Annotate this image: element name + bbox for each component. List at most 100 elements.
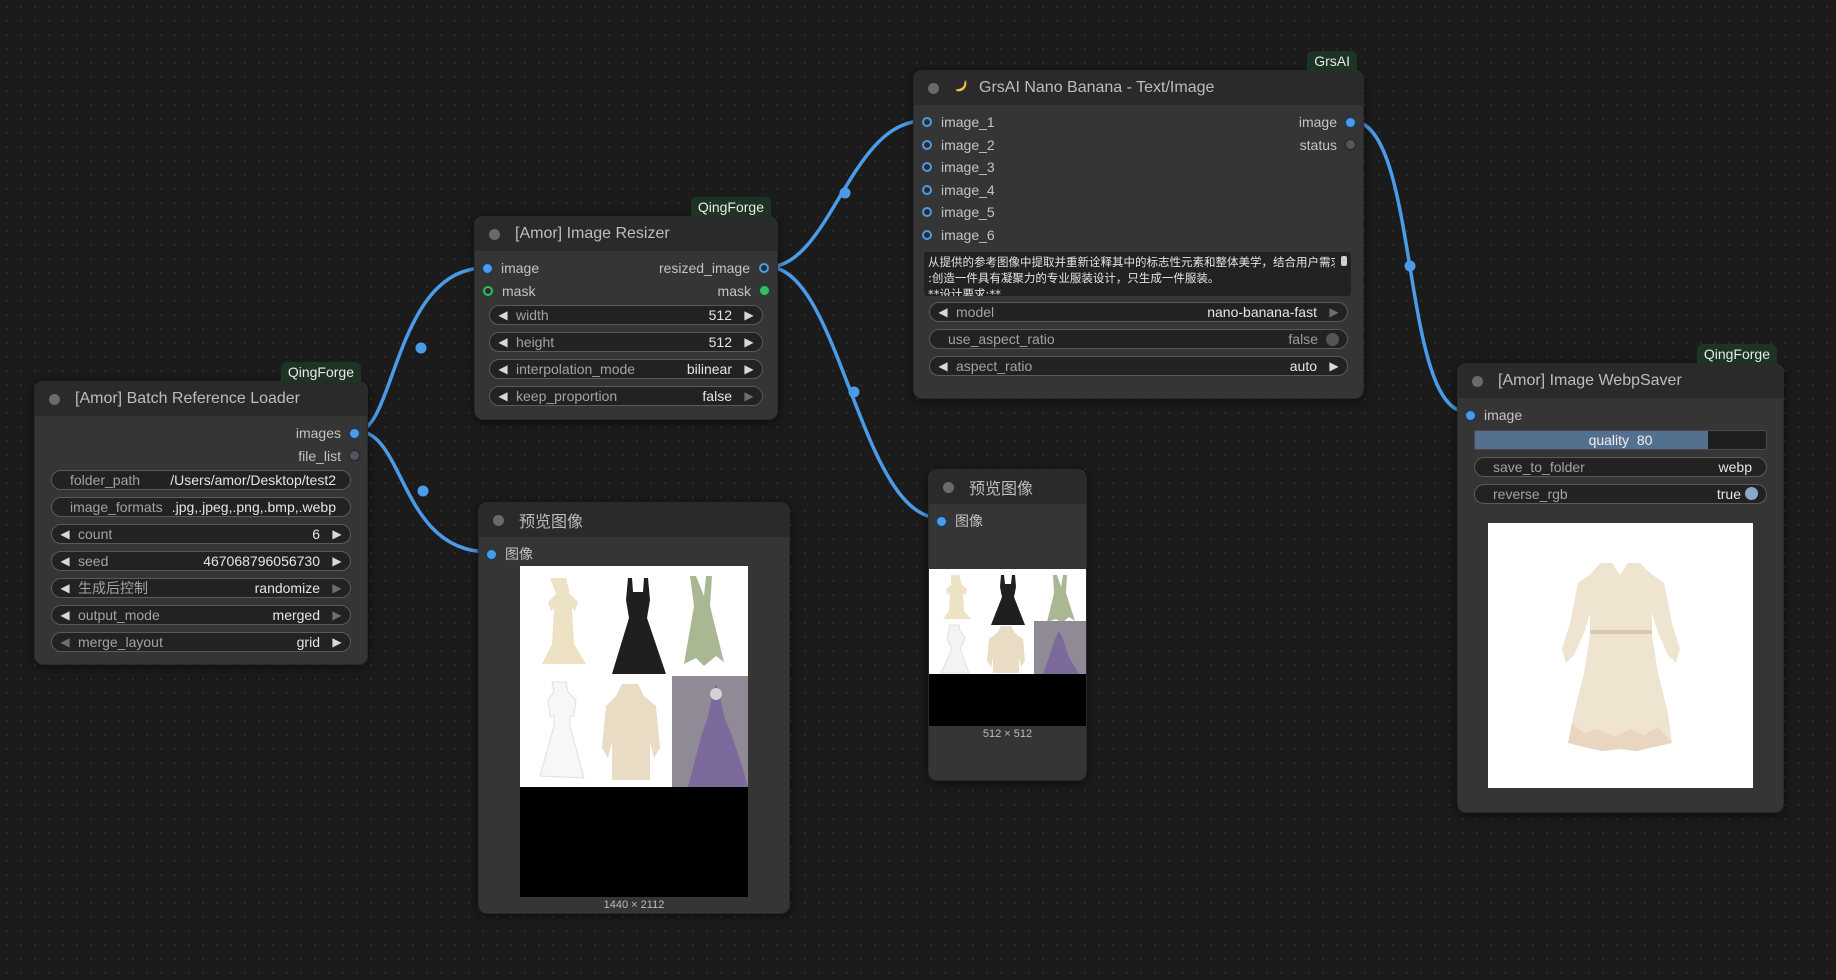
collapse-toggle[interactable] — [49, 393, 60, 405]
widget-image-formats[interactable]: image_formats .jpg,.jpeg,.png,.bmp,.webp — [51, 497, 351, 517]
preview-image-resized[interactable] — [929, 569, 1086, 726]
widget-width[interactable]: ◀ width 512 ▶ — [489, 305, 763, 325]
preview-image-grid[interactable] — [520, 566, 748, 897]
input-connector[interactable] — [922, 229, 932, 240]
widget-count[interactable]: ◀ count 6 ▶ — [51, 524, 351, 544]
node-grsai-nano-banana[interactable]: GrsAI GrsAI Nano Banana - Text/Image ima… — [913, 51, 1364, 399]
widget-control-after-generate[interactable]: ◀ 生成后控制 randomize ▶ — [51, 578, 351, 598]
widget-folder-path[interactable]: folder_path/Users/amor/Desktop/test2 — [51, 470, 351, 490]
previous-arrow-icon[interactable]: ◀ — [496, 389, 510, 403]
input-connector[interactable] — [483, 285, 493, 296]
next-arrow-icon[interactable]: ▶ — [330, 581, 344, 595]
input-slot-image[interactable]: image — [483, 257, 539, 280]
widget-interpolation-mode[interactable]: ◀ interpolation_mode bilinear ▶ — [489, 359, 763, 379]
node-preview-image-small[interactable]: 预览图像 图像 512 × 512 — [928, 469, 1087, 781]
input-slot-image[interactable]: 图像 — [487, 543, 533, 566]
output-slot-status[interactable]: status — [1300, 134, 1355, 157]
widget-output-mode[interactable]: ◀ output_mode merged ▶ — [51, 605, 351, 625]
input-connector[interactable] — [1466, 410, 1475, 420]
decrement-arrow-icon[interactable]: ◀ — [58, 554, 72, 568]
widget-keep-proportion[interactable]: ◀ keep_proportion false ▶ — [489, 386, 763, 406]
next-arrow-icon[interactable]: ▶ — [330, 608, 344, 622]
input-slot-image-3[interactable]: image_3 — [922, 156, 995, 179]
next-arrow-icon[interactable]: ▶ — [742, 389, 756, 403]
widget-quality-slider[interactable]: quality 80 — [1474, 429, 1767, 450]
output-connector[interactable] — [350, 451, 359, 461]
widget-seed[interactable]: ◀ seed 467068796056730 ▶ — [51, 551, 351, 571]
collapse-toggle[interactable] — [489, 228, 500, 240]
decrement-arrow-icon[interactable]: ◀ — [496, 335, 510, 349]
output-connector[interactable] — [1346, 117, 1355, 127]
node-title-bar[interactable]: GrsAI Nano Banana - Text/Image — [914, 71, 1363, 105]
next-arrow-icon[interactable]: ▶ — [330, 635, 344, 649]
decrement-arrow-icon[interactable]: ◀ — [58, 527, 72, 541]
widget-aspect-ratio[interactable]: ◀ aspect_ratio auto ▶ — [929, 356, 1348, 376]
output-connector[interactable] — [760, 286, 769, 296]
next-arrow-icon[interactable]: ▶ — [742, 362, 756, 376]
node-title-bar[interactable]: 预览图像 — [929, 470, 1086, 504]
input-slot-image-1[interactable]: image_1 — [922, 111, 995, 134]
input-connector[interactable] — [483, 263, 492, 273]
node-title-bar[interactable]: 预览图像 — [479, 503, 789, 537]
node-image-webp-saver[interactable]: QingForge [Amor] Image WebpSaver image q… — [1457, 344, 1784, 813]
increment-arrow-icon[interactable]: ▶ — [742, 308, 756, 322]
collapse-toggle[interactable] — [943, 481, 954, 493]
node-image-resizer[interactable]: QingForge [Amor] Image Resizer image res… — [474, 197, 778, 420]
output-connector[interactable] — [1346, 140, 1355, 150]
output-slot-resized-image[interactable]: resized_image — [659, 257, 769, 280]
output-connector[interactable] — [759, 263, 769, 274]
collapse-toggle[interactable] — [493, 514, 504, 526]
widget-height[interactable]: ◀ height 512 ▶ — [489, 332, 763, 352]
input-connector[interactable] — [922, 117, 932, 128]
node-title-bar[interactable]: [Amor] Image Resizer — [475, 217, 777, 251]
output-slot-file-list[interactable]: file_list — [298, 445, 359, 468]
increment-arrow-icon[interactable]: ▶ — [330, 554, 344, 568]
input-connector[interactable] — [922, 207, 932, 218]
input-slot-image[interactable]: image — [1466, 404, 1522, 427]
input-slot-image-4[interactable]: image_4 — [922, 179, 995, 202]
input-connector[interactable] — [937, 516, 946, 526]
collapse-toggle[interactable] — [1472, 375, 1483, 387]
input-connector[interactable] — [922, 139, 932, 150]
node-preview-image-large[interactable]: 预览图像 图像 1440 × 2112 — [478, 502, 790, 914]
increment-arrow-icon[interactable]: ▶ — [742, 335, 756, 349]
node-title-bar[interactable]: [Amor] Batch Reference Loader — [35, 382, 367, 416]
widget-value: bilinear — [686, 361, 732, 377]
input-slot-image-2[interactable]: image_2 — [922, 134, 995, 157]
input-connector[interactable] — [922, 162, 932, 173]
output-connector[interactable] — [350, 428, 359, 438]
toggle-switch[interactable] — [1326, 332, 1339, 346]
input-slot-image-6[interactable]: image_6 — [922, 224, 995, 247]
output-slot-mask[interactable]: mask — [718, 280, 769, 303]
widget-reverse-rgb[interactable]: reverse_rgb true — [1474, 483, 1767, 504]
widget-use-aspect-ratio[interactable]: use_aspect_ratio false — [929, 329, 1348, 349]
next-arrow-icon[interactable]: ▶ — [1327, 359, 1341, 373]
input-slot-image[interactable]: 图像 — [937, 510, 983, 533]
next-arrow-icon[interactable]: ▶ — [1327, 305, 1341, 319]
input-connector[interactable] — [487, 549, 496, 559]
collapse-toggle[interactable] — [928, 82, 939, 94]
input-slot-image-5[interactable]: image_5 — [922, 201, 995, 224]
previous-arrow-icon[interactable]: ◀ — [58, 581, 72, 595]
prompt-textarea[interactable]: 从提供的参考图像中提取并重新诠释其中的标志性元素和整体美学，结合用户需求 :创造… — [924, 252, 1351, 296]
node-batch-reference-loader[interactable]: QingForge [Amor] Batch Reference Loader … — [34, 362, 368, 665]
slot-label: mask — [502, 282, 536, 299]
decrement-arrow-icon[interactable]: ◀ — [496, 308, 510, 322]
increment-arrow-icon[interactable]: ▶ — [330, 527, 344, 541]
input-connector[interactable] — [922, 184, 932, 195]
widget-model[interactable]: ◀ model nano-banana-fast ▶ — [929, 302, 1348, 322]
textarea-scrollbar[interactable] — [1341, 256, 1347, 266]
previous-arrow-icon[interactable]: ◀ — [936, 305, 950, 319]
previous-arrow-icon[interactable]: ◀ — [936, 359, 950, 373]
input-slot-mask[interactable]: mask — [483, 280, 535, 303]
previous-arrow-icon[interactable]: ◀ — [496, 362, 510, 376]
previous-arrow-icon[interactable]: ◀ — [58, 635, 72, 649]
output-slot-image[interactable]: image — [1299, 111, 1355, 134]
previous-arrow-icon[interactable]: ◀ — [58, 608, 72, 622]
node-title-bar[interactable]: [Amor] Image WebpSaver — [1458, 364, 1783, 398]
saved-image-preview[interactable] — [1488, 523, 1753, 788]
output-slot-images[interactable]: images — [296, 422, 359, 445]
widget-merge-layout[interactable]: ◀ merge_layout grid ▶ — [51, 632, 351, 652]
toggle-switch[interactable] — [1745, 487, 1758, 500]
widget-save-to-folder[interactable]: save_to_folder webp — [1474, 456, 1767, 477]
